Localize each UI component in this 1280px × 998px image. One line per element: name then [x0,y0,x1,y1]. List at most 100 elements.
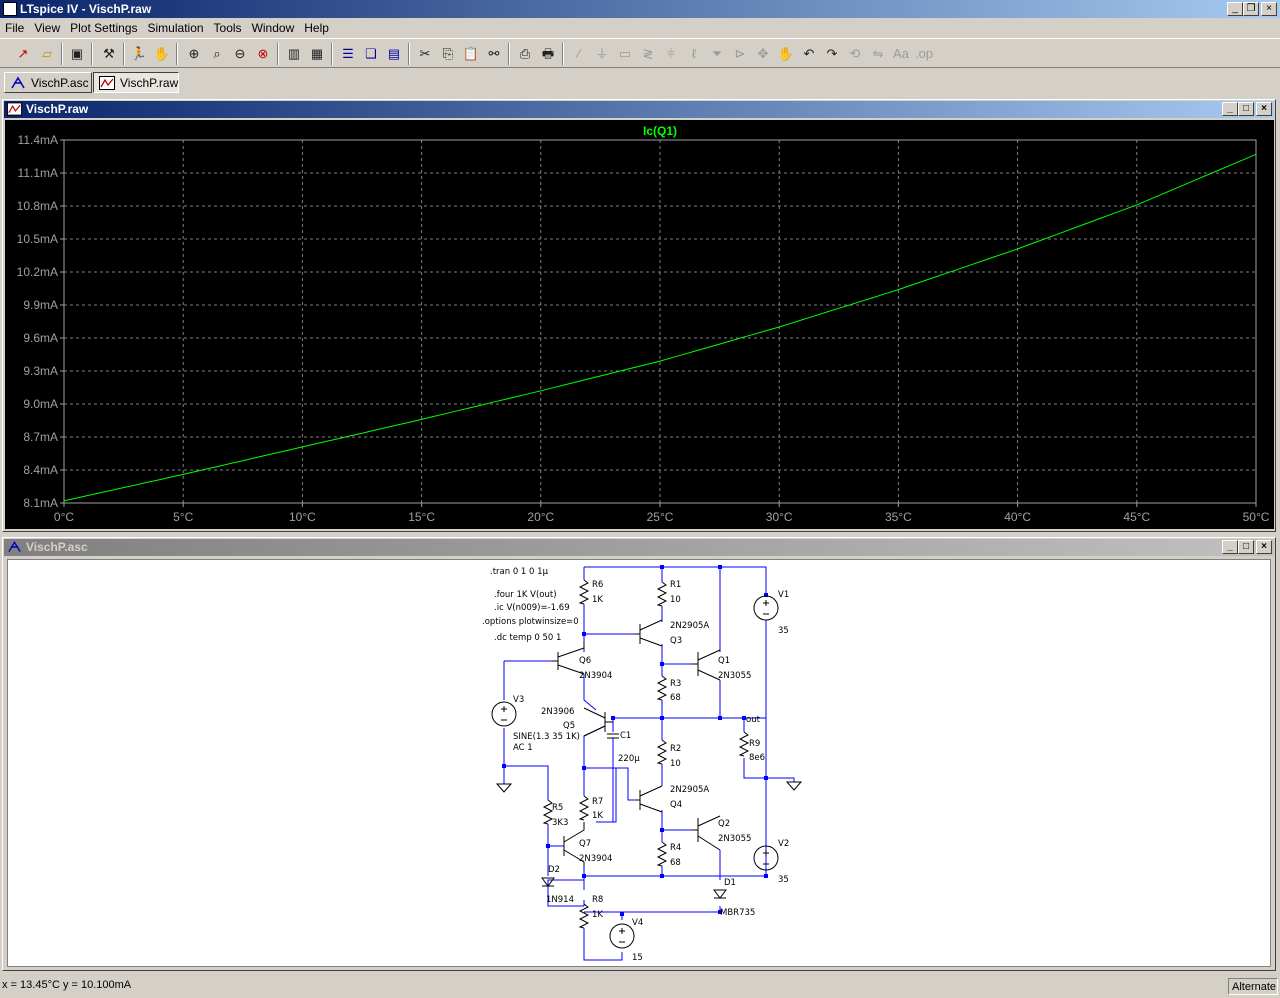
tab-schematic[interactable]: VischP.asc [4,72,92,93]
tab-waveform-label: VischP.raw [120,76,179,90]
run-icon[interactable]: 🏃 [129,44,149,64]
plot-close-button[interactable]: × [1256,102,1272,116]
menu-view[interactable]: View [29,19,65,35]
schematic-canvas[interactable]: .tran 0 1 0 1µ .four 1K V(out) .ic V(n009)… [7,559,1271,967]
y-tick-label: 10.5mA [17,232,58,246]
r6-label: R6 [592,580,603,590]
plot-minimize-button[interactable]: _ [1222,102,1238,116]
control-panel-icon[interactable]: ⚒ [99,44,119,64]
q5-symbol [583,707,613,737]
move-icon[interactable]: ✥ [753,44,773,64]
schematic-icon [11,76,25,89]
v3val-label: AC 1 [513,743,533,753]
spice-directive: .four 1K V(out) [494,590,557,600]
r1-label: 10 [670,595,681,605]
component-icon[interactable]: ⊳ [730,44,750,64]
print-preview-icon[interactable]: ⎙ [515,44,535,64]
mirror-icon[interactable]: ⇋ [868,44,888,64]
minimize-button[interactable]: _ [1227,2,1243,16]
r5-symbol [542,799,554,825]
print-icon[interactable]: 🖶 [538,44,558,64]
zoom-in-icon[interactable]: ⊕ [184,44,204,64]
q4-label: 2N2905A [670,785,709,795]
autorange-icon[interactable]: ▥ [284,44,304,64]
copy-icon[interactable]: ⎘ [438,44,458,64]
zoom-fit-icon[interactable]: ⊗ [253,44,273,64]
label-net-icon[interactable]: ▭ [615,44,635,64]
schematic-maximize-button[interactable]: □ [1238,540,1254,554]
redo-icon[interactable]: ↷ [822,44,842,64]
r9-symbol [738,731,750,757]
spice-directive: .dc temp 0 50 1 [494,633,561,643]
ltspice-app-icon[interactable] [3,2,17,16]
q2-label: Q2 [718,819,730,829]
diode-icon[interactable]: ⏷ [707,44,727,64]
q1-label: 2N3055 [718,671,751,681]
menu-help[interactable]: Help [299,19,334,35]
v3-symbol [491,701,517,727]
undo-icon[interactable]: ↶ [799,44,819,64]
y-tick-label: 9.6mA [23,331,58,345]
inductor-icon[interactable]: ℓ [684,44,704,64]
menu-window[interactable]: Window [247,19,300,35]
halt-icon[interactable]: ✋ [152,44,172,64]
save-icon[interactable]: ▣ [67,44,87,64]
ground-icon[interactable]: ⏚ [592,44,612,64]
y-tick-label: 11.1mA [18,166,58,180]
spice-directive: .ic V(n009)=-1.69 [494,603,570,613]
d2-label: D2 [548,865,560,875]
q6-label: 2N3904 [579,671,612,681]
schematic-close-button[interactable]: × [1256,540,1272,554]
r2-symbol [656,739,668,765]
spice-directive-icon[interactable]: .op [914,44,934,64]
q4-label: Q4 [670,800,682,810]
schematic-drawing[interactable]: .tran 0 1 0 1µ .four 1K V(out) .ic V(n009)… [8,560,1271,967]
app-titlebar: LTspice IV - VischP.raw _ ❐ × [0,0,1280,18]
y-tick-label: 8.7mA [23,430,58,444]
rotate-icon[interactable]: ⟲ [845,44,865,64]
menu-file[interactable]: File [0,19,29,35]
plot-window-titlebar: VischP.raw _ □ × [4,101,1274,118]
tab-waveform[interactable]: VischP.raw [93,72,179,93]
waveform-chart[interactable]: 0°C 5°C 10°C 15°C 20°C 25°C 30°C 35°C 40°C 45°C 50… [5,120,1274,529]
open-folder-icon[interactable]: ▱ [37,44,57,64]
menu-tools[interactable]: Tools [209,19,247,35]
x-tick-label: 0°C [54,510,74,524]
cut-icon[interactable]: ✂ [415,44,435,64]
r3-label: R3 [670,679,681,689]
waveform-icon[interactable]: ▦ [307,44,327,64]
q2-symbol [692,815,721,851]
menu-plot-settings[interactable]: Plot Settings [65,19,142,35]
tile-horizontal-icon[interactable]: ☰ [338,44,358,64]
r1-label: R1 [670,580,681,590]
document-tabs: VischP.asc VischP.raw [0,70,1280,94]
draw-wire-icon[interactable]: ∕ [569,44,589,64]
waveform-plot[interactable]: 0°C 5°C 10°C 15°C 20°C 25°C 30°C 35°C 40°C 45°C 50… [5,120,1274,529]
drag-icon[interactable]: ✋ [776,44,796,64]
tile-vertical-icon[interactable]: ▤ [384,44,404,64]
q3-label: 2N2905A [670,621,709,631]
plot-maximize-button[interactable]: □ [1238,102,1254,116]
tab-schematic-label: VischP.asc [31,76,89,90]
new-schematic-icon[interactable]: ↗ [13,44,33,64]
cursor-readout: x = 13.45°C y = 10.100mA [2,979,132,991]
paste-icon[interactable]: 📋 [461,44,481,64]
x-tick-label: 30°C [766,510,793,524]
x-tick-label: 5°C [173,510,193,524]
capacitor-icon[interactable]: ⫩ [661,44,681,64]
menu-simulation[interactable]: Simulation [143,19,209,35]
q3-label: Q3 [670,636,682,646]
resistor-icon[interactable]: ≷ [638,44,658,64]
q4-symbol [636,785,663,813]
find-icon[interactable]: ⚯ [484,44,504,64]
zoom-out-icon[interactable]: ⊖ [230,44,250,64]
r7-symbol [578,795,590,821]
text-icon[interactable]: Aa [891,44,911,64]
cascade-icon[interactable]: ❏ [361,44,381,64]
restore-button[interactable]: ❐ [1243,2,1259,16]
plot-window-title: VischP.raw [26,102,89,116]
schematic-minimize-button[interactable]: _ [1222,540,1238,554]
zoom-area-icon[interactable]: ⌕ [207,44,227,64]
close-button[interactable]: × [1261,2,1277,16]
r9-label: 8e6 [749,753,765,763]
